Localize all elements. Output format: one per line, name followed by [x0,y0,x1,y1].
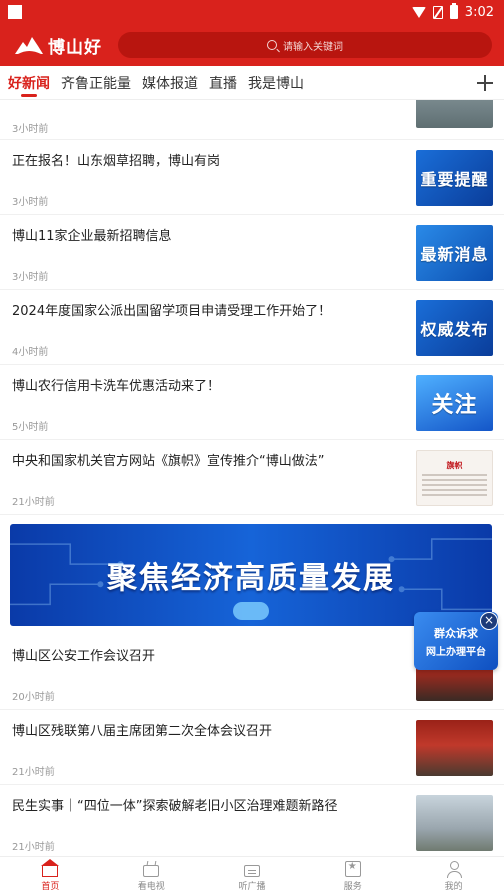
news-item[interactable]: 中央和国家机关官方网站《旗帜》宣传推介“博山做法” 21小时前 旗帜 [0,440,504,515]
search-placeholder: 请输入关键词 [283,41,343,53]
news-thumbnail: 最新消息 [416,225,493,281]
mountain-logo-icon [14,34,44,56]
nav-service[interactable]: 服务 [302,857,403,896]
nav-mine[interactable]: 我的 [403,857,504,896]
news-thumbnail [416,100,493,128]
doc-line [422,474,487,476]
radio-icon [243,864,260,877]
news-title: 博山农行信用卡洗车优惠活动来了！ [12,379,221,394]
nav-tv[interactable]: 看电视 [101,857,202,896]
news-title: 民生实事｜“四位一体”探索破解老旧小区治理难题新路径 [12,799,338,814]
doc-line [422,479,487,481]
news-item[interactable]: 2024年度国家公派出国留学项目申请受理工作开始了！ 4小时前 权威发布 [0,290,504,365]
tab-hao-news[interactable]: 好新闻 [8,66,50,100]
news-item[interactable]: 3小时前 [0,100,504,140]
nav-home[interactable]: 首页 [0,857,101,896]
float-ad-line1: 群众诉求 [434,626,478,640]
thumbnail-text: 关注 [431,393,478,418]
news-time: 4小时前 [12,347,49,358]
add-channel-icon[interactable] [476,74,494,92]
app-header: 博山好 请输入关键词 [0,24,504,66]
news-item[interactable]: 博山区残联第八届主席团第二次全体会议召开 21小时前 [0,710,504,785]
news-title: 2024年度国家公派出国留学项目申请受理工作开始了！ [12,304,332,319]
news-time: 20小时前 [12,692,55,703]
user-icon [446,861,462,878]
status-bar: 3:02 [0,0,504,24]
news-thumbnail: 旗帜 [416,450,493,506]
doc-line [422,494,487,496]
doc-line [422,489,487,491]
news-thumbnail [416,795,493,851]
nav-radio[interactable]: 听广播 [202,857,303,896]
thumbnail-text: 重要提醒 [420,170,489,189]
news-title: 中央和国家机关官方网站《旗帜》宣传推介“博山做法” [12,454,325,469]
tab-live[interactable]: 直播 [209,66,237,100]
news-title: 博山区残联第八届主席团第二次全体会议召开 [12,724,273,739]
app-root: 3:02 博山好 请输入关键词 好新闻 齐鲁正能量 媒体报道 直播 我是博山 3… [0,0,504,896]
news-time: 3小时前 [12,272,49,283]
news-thumbnail: 关注 [416,375,493,431]
status-time: 3:02 [464,4,494,20]
search-icon [267,40,277,50]
news-time: 21小时前 [12,767,55,778]
nav-label: 看电视 [137,881,165,892]
news-item[interactable]: 博山11家企业最新招聘信息 3小时前 最新消息 [0,215,504,290]
news-time: 21小时前 [12,842,55,853]
nav-label: 听广播 [238,881,266,892]
no-sim-icon [432,5,443,19]
app-logo: 博山好 [14,33,102,58]
news-title: 博山11家企业最新招聘信息 [12,229,172,244]
news-time: 21小时前 [12,497,55,508]
battery-icon [449,3,458,19]
search-bar[interactable]: 请输入关键词 [118,32,492,58]
nav-label: 服务 [343,882,362,892]
float-ad-line2: 网上办理平台 [426,646,486,658]
wifi-icon [411,6,426,18]
tab-boshan[interactable]: 我是博山 [248,66,304,100]
logo-text: 博山好 [48,37,102,58]
news-item[interactable]: 民生实事｜“四位一体”探索破解老旧小区治理难题新路径 21小时前 [0,785,504,856]
cloud-icon [233,602,269,620]
thumbnail-text: 权威发布 [420,320,489,339]
news-time: 3小时前 [12,124,49,135]
news-thumbnail: 权威发布 [416,300,493,356]
news-title: 博山区公安工作会议召开 [12,649,156,664]
doc-line [422,484,487,486]
news-thumbnail: 重要提醒 [416,150,493,206]
nav-label: 首页 [41,881,60,892]
news-time: 5小时前 [12,422,49,433]
channel-tabs: 好新闻 齐鲁正能量 媒体报道 直播 我是博山 [0,66,504,100]
close-icon[interactable]: × [480,612,498,630]
news-thumbnail [416,720,493,776]
nav-label: 我的 [444,882,463,892]
service-icon [344,861,361,877]
thumbnail-text: 最新消息 [420,245,489,264]
bottom-nav: 首页 看电视 听广播 服务 我的 [0,856,504,896]
news-item[interactable]: 博山农行信用卡洗车优惠活动来了！ 5小时前 关注 [0,365,504,440]
news-item[interactable]: 正在报名！山东烟草招聘，博山有岗 3小时前 重要提醒 [0,140,504,215]
news-feed: 3小时前 正在报名！山东烟草招聘，博山有岗 3小时前 重要提醒 博山11家企业最… [0,100,504,856]
tab-media[interactable]: 媒体报道 [142,66,198,100]
news-time: 3小时前 [12,197,49,208]
home-icon [41,858,60,877]
promo-banner[interactable]: 聚焦经济高质量发展 [10,524,492,626]
notification-icon [8,5,22,19]
tv-icon [143,864,160,877]
news-title: 正在报名！山东烟草招聘，博山有岗 [12,154,221,169]
status-icons: 3:02 [411,3,494,20]
tab-qilu[interactable]: 齐鲁正能量 [61,66,131,100]
thumbnail-masthead: 旗帜 [446,461,463,470]
